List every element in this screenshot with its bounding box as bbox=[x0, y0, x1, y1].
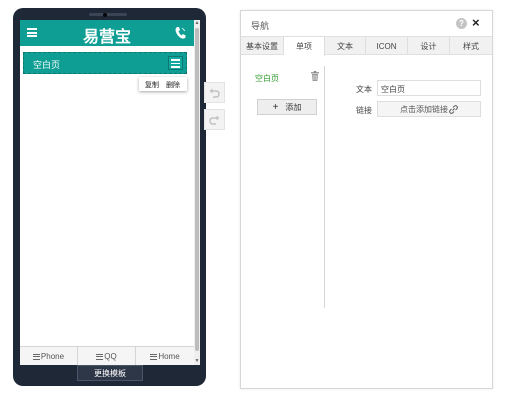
bottom-tab-label: Phone bbox=[40, 352, 65, 361]
redo-button[interactable] bbox=[204, 109, 225, 130]
add-link-button[interactable]: 点击添加链接 bbox=[377, 101, 481, 117]
bottom-tab-label: QQ bbox=[104, 352, 117, 361]
add-item-label: 添加 bbox=[285, 102, 302, 112]
item-list: 空白页 + 添加 bbox=[249, 66, 325, 308]
menu-lines-icon bbox=[32, 353, 40, 360]
list-item[interactable]: 空白页 bbox=[255, 73, 279, 84]
add-link-label: 点击添加链接 bbox=[400, 104, 448, 114]
tab-basic-settings[interactable]: 基本设置 bbox=[241, 37, 284, 55]
tab-design[interactable]: 设计 bbox=[408, 37, 450, 55]
menu-lines-icon bbox=[150, 353, 158, 360]
text-field-label: 文本 bbox=[356, 85, 372, 94]
undo-icon bbox=[209, 88, 220, 98]
app-header: 易营宝 bbox=[20, 20, 194, 46]
tab-style[interactable]: 样式 bbox=[450, 37, 492, 55]
phone-camera bbox=[103, 13, 107, 17]
copy-menu-item[interactable]: 复制 bbox=[145, 80, 159, 90]
redo-icon bbox=[209, 115, 220, 125]
tab-icon[interactable]: ICON bbox=[366, 37, 408, 55]
scroll-up-arrow-icon[interactable]: ▲ bbox=[194, 21, 200, 26]
phone-speaker bbox=[89, 13, 127, 16]
change-template-button[interactable]: 更换模板 bbox=[77, 365, 143, 381]
phone-scrollbar[interactable]: ▲ ▼ bbox=[194, 20, 200, 365]
phone-call-icon[interactable] bbox=[174, 26, 186, 40]
navigation-settings-panel: 导航 ? × 基本设置 单项 文本 ICON 设计 样式 空白页 + 添加 文本… bbox=[240, 10, 493, 389]
link-field-label: 链接 bbox=[356, 106, 372, 115]
bottom-tab-label: Home bbox=[158, 352, 180, 361]
text-input[interactable]: 空白页 bbox=[377, 80, 481, 96]
add-item-button[interactable]: + 添加 bbox=[257, 99, 317, 115]
bottom-tab-qq[interactable]: QQ bbox=[78, 347, 136, 365]
panel-tabs: 基本设置 单项 文本 ICON 设计 样式 bbox=[241, 36, 492, 56]
scroll-thumb[interactable] bbox=[195, 28, 199, 351]
phone-screen: 易营宝 空白页 复制 删除 Phone QQ Home ▲ ▼ bbox=[20, 20, 200, 365]
help-icon[interactable]: ? bbox=[456, 18, 467, 29]
panel-title: 导航 bbox=[251, 21, 270, 31]
context-menu: 复制 删除 bbox=[139, 77, 187, 91]
tab-text[interactable]: 文本 bbox=[325, 37, 366, 55]
tab-single-item[interactable]: 单项 bbox=[284, 37, 325, 56]
bottom-tab-home[interactable]: Home bbox=[136, 347, 194, 365]
app-title: 易营宝 bbox=[82, 27, 131, 46]
close-icon[interactable]: × bbox=[472, 15, 480, 30]
menu-lines-icon bbox=[96, 353, 104, 360]
link-icon bbox=[449, 104, 458, 114]
delete-menu-item[interactable]: 删除 bbox=[166, 80, 180, 90]
bottom-tab-phone[interactable]: Phone bbox=[20, 347, 78, 365]
trash-icon[interactable] bbox=[311, 71, 319, 81]
nav-item-label: 空白页 bbox=[33, 60, 61, 70]
plus-icon: + bbox=[272, 101, 279, 113]
scroll-down-arrow-icon[interactable]: ▼ bbox=[194, 359, 200, 364]
undo-button[interactable] bbox=[204, 82, 225, 103]
nav-item-blank-page[interactable]: 空白页 bbox=[23, 52, 187, 74]
phone-preview: 易营宝 空白页 复制 删除 Phone QQ Home ▲ ▼ 更换模板 bbox=[13, 8, 206, 386]
bottom-nav-bar: Phone QQ Home bbox=[20, 346, 194, 365]
nav-item-menu-icon[interactable] bbox=[168, 56, 183, 70]
